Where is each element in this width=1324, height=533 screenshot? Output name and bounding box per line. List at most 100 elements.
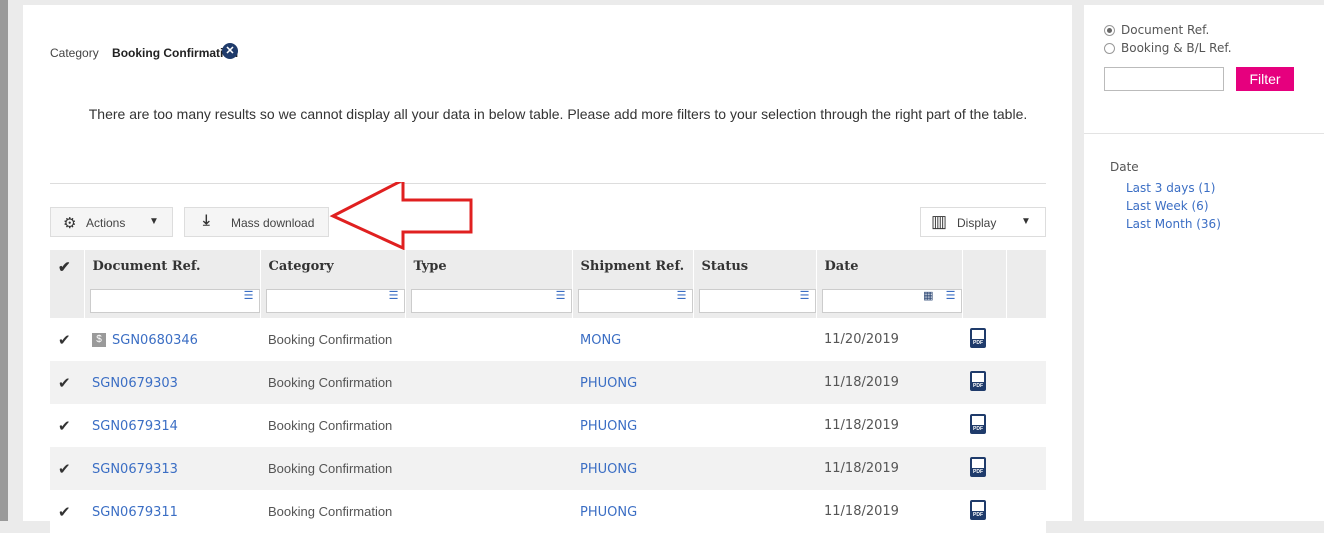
row-checkbox[interactable]: ✔ bbox=[50, 318, 84, 361]
filter-shipment-ref: ☰ bbox=[572, 283, 694, 318]
row-checkbox[interactable]: ✔ bbox=[50, 404, 84, 447]
shipment-ref-link[interactable]: PHUONG bbox=[580, 462, 637, 477]
document-status-icon: $ bbox=[92, 333, 106, 348]
date-cell: 11/20/2019 bbox=[816, 318, 962, 361]
filter-sidebar: Document Ref. Booking & B/L Ref. Filter … bbox=[1084, 5, 1324, 521]
pdf-icon[interactable] bbox=[970, 414, 986, 434]
mass-download-label: Mass download bbox=[231, 216, 315, 230]
radio-selected-icon[interactable] bbox=[1104, 25, 1115, 36]
date-cell: 11/18/2019 bbox=[816, 447, 962, 490]
pdf-icon[interactable] bbox=[970, 457, 986, 477]
table-row[interactable]: ✔ SGN0679303 Booking Confirmation PHUONG… bbox=[50, 361, 1046, 404]
date-link-last-3-days[interactable]: Last 3 days (1) bbox=[1126, 181, 1215, 195]
radio-booking-bl-ref-label: Booking & B/L Ref. bbox=[1121, 41, 1232, 55]
shipment-ref-link[interactable]: PHUONG bbox=[580, 505, 637, 520]
document-ref-link[interactable]: SGN0679311 bbox=[92, 505, 178, 520]
gear-icon: ⚙ bbox=[63, 215, 77, 232]
remove-filter-icon[interactable]: ✕ bbox=[222, 43, 238, 59]
list-filter-icon[interactable]: ☰ bbox=[800, 289, 810, 302]
filter-category: ☰ bbox=[260, 283, 406, 318]
shipment-ref-link[interactable]: MONG bbox=[580, 333, 621, 348]
status-cell bbox=[693, 318, 816, 361]
shipment-ref-link[interactable]: PHUONG bbox=[580, 376, 637, 391]
filter-button[interactable]: Filter bbox=[1236, 67, 1294, 91]
category-cell: Booking Confirmation bbox=[260, 447, 405, 490]
date-link-last-week[interactable]: Last Week (6) bbox=[1126, 199, 1209, 213]
category-cell: Booking Confirmation bbox=[260, 361, 405, 404]
row-checkbox[interactable]: ✔ bbox=[50, 361, 84, 404]
document-ref-link[interactable]: SGN0679303 bbox=[92, 376, 178, 391]
header-category[interactable]: Category bbox=[260, 250, 406, 283]
table-row[interactable]: ✔ SGN0679311 Booking Confirmation PHUONG… bbox=[50, 490, 1046, 533]
list-filter-icon[interactable]: ☰ bbox=[389, 289, 399, 302]
calendar-icon[interactable]: ▦ bbox=[923, 289, 933, 302]
date-filter-input[interactable] bbox=[821, 288, 962, 313]
date-cell: 11/18/2019 bbox=[816, 361, 962, 404]
type-cell bbox=[405, 404, 572, 447]
status-cell bbox=[693, 490, 816, 533]
list-filter-icon[interactable]: ☰ bbox=[946, 289, 956, 302]
divider bbox=[1084, 133, 1324, 134]
select-all-checkbox[interactable]: ✔ bbox=[50, 250, 85, 283]
shipment-ref-filter-input[interactable] bbox=[577, 288, 693, 313]
type-cell bbox=[405, 490, 572, 533]
date-link-last-month[interactable]: Last Month (36) bbox=[1126, 217, 1221, 231]
row-checkbox[interactable]: ✔ bbox=[50, 447, 84, 490]
filter-blank bbox=[962, 283, 1007, 318]
red-arrow-annotation bbox=[329, 182, 473, 251]
header-document-ref[interactable]: Document Ref. bbox=[84, 250, 261, 283]
radio-booking-bl-ref[interactable]: Booking & B/L Ref. bbox=[1104, 41, 1232, 55]
pdf-icon[interactable] bbox=[970, 328, 986, 348]
download-icon: ⤓ bbox=[203, 212, 210, 229]
radio-unselected-icon[interactable] bbox=[1104, 43, 1115, 54]
table-row[interactable]: ✔ SGN0679314 Booking Confirmation PHUONG… bbox=[50, 404, 1046, 447]
documents-table: ✔ Document Ref. Category Type Shipment R… bbox=[50, 250, 1047, 533]
radio-document-ref[interactable]: Document Ref. bbox=[1104, 23, 1209, 37]
date-cell: 11/18/2019 bbox=[816, 490, 962, 533]
category-filter: Category Booking Confirmation bbox=[50, 46, 238, 60]
header-shipment-ref[interactable]: Shipment Ref. bbox=[572, 250, 694, 283]
document-ref-link[interactable]: SGN0680346 bbox=[112, 333, 198, 348]
date-cell: 11/18/2019 bbox=[816, 404, 962, 447]
caret-down-icon: ▼ bbox=[149, 216, 159, 227]
actions-button[interactable]: ⚙ Actions ▼ bbox=[50, 207, 173, 237]
pdf-icon[interactable] bbox=[970, 371, 986, 391]
category-label: Category bbox=[50, 46, 99, 60]
document-ref-filter-input[interactable] bbox=[89, 288, 260, 313]
status-filter-input[interactable] bbox=[698, 288, 816, 313]
list-filter-icon[interactable]: ☰ bbox=[244, 289, 254, 302]
header-status[interactable]: Status bbox=[693, 250, 817, 283]
filter-document-ref: ☰ bbox=[84, 283, 261, 318]
category-cell: Booking Confirmation bbox=[260, 318, 405, 361]
table-row[interactable]: ✔ $ SGN0680346 Booking Confirmation MONG … bbox=[50, 318, 1046, 361]
filter-date: ▦ ☰ bbox=[816, 283, 963, 318]
status-cell bbox=[693, 447, 816, 490]
date-filter-heading: Date bbox=[1110, 160, 1139, 174]
document-ref-link[interactable]: SGN0679313 bbox=[92, 462, 178, 477]
status-cell bbox=[693, 404, 816, 447]
type-cell bbox=[405, 318, 572, 361]
category-cell: Booking Confirmation bbox=[260, 490, 405, 533]
type-cell bbox=[405, 361, 572, 404]
filter-status: ☰ bbox=[693, 283, 817, 318]
type-filter-input[interactable] bbox=[410, 288, 572, 313]
header-blank bbox=[962, 250, 1007, 283]
left-edge-bar bbox=[0, 0, 8, 521]
pdf-icon[interactable] bbox=[970, 500, 986, 520]
display-button[interactable]: ▥ Display ▼ bbox=[920, 207, 1046, 237]
header-type[interactable]: Type bbox=[405, 250, 573, 283]
category-filter-input[interactable] bbox=[265, 288, 405, 313]
list-filter-icon[interactable]: ☰ bbox=[556, 289, 566, 302]
document-ref-link[interactable]: SGN0679314 bbox=[92, 419, 178, 434]
table-row[interactable]: ✔ SGN0679313 Booking Confirmation PHUONG… bbox=[50, 447, 1046, 490]
list-filter-icon[interactable]: ☰ bbox=[677, 289, 687, 302]
category-value: Booking Confirmation bbox=[112, 46, 239, 60]
too-many-results-warning: There are too many results so we cannot … bbox=[88, 106, 1028, 122]
row-checkbox[interactable]: ✔ bbox=[50, 490, 84, 533]
header-blank bbox=[1006, 250, 1047, 283]
reference-search-input[interactable] bbox=[1104, 67, 1224, 91]
mass-download-button[interactable]: ⤓ Mass download bbox=[184, 207, 329, 237]
filter-blank bbox=[1006, 283, 1047, 318]
header-date[interactable]: Date bbox=[816, 250, 963, 283]
shipment-ref-link[interactable]: PHUONG bbox=[580, 419, 637, 434]
